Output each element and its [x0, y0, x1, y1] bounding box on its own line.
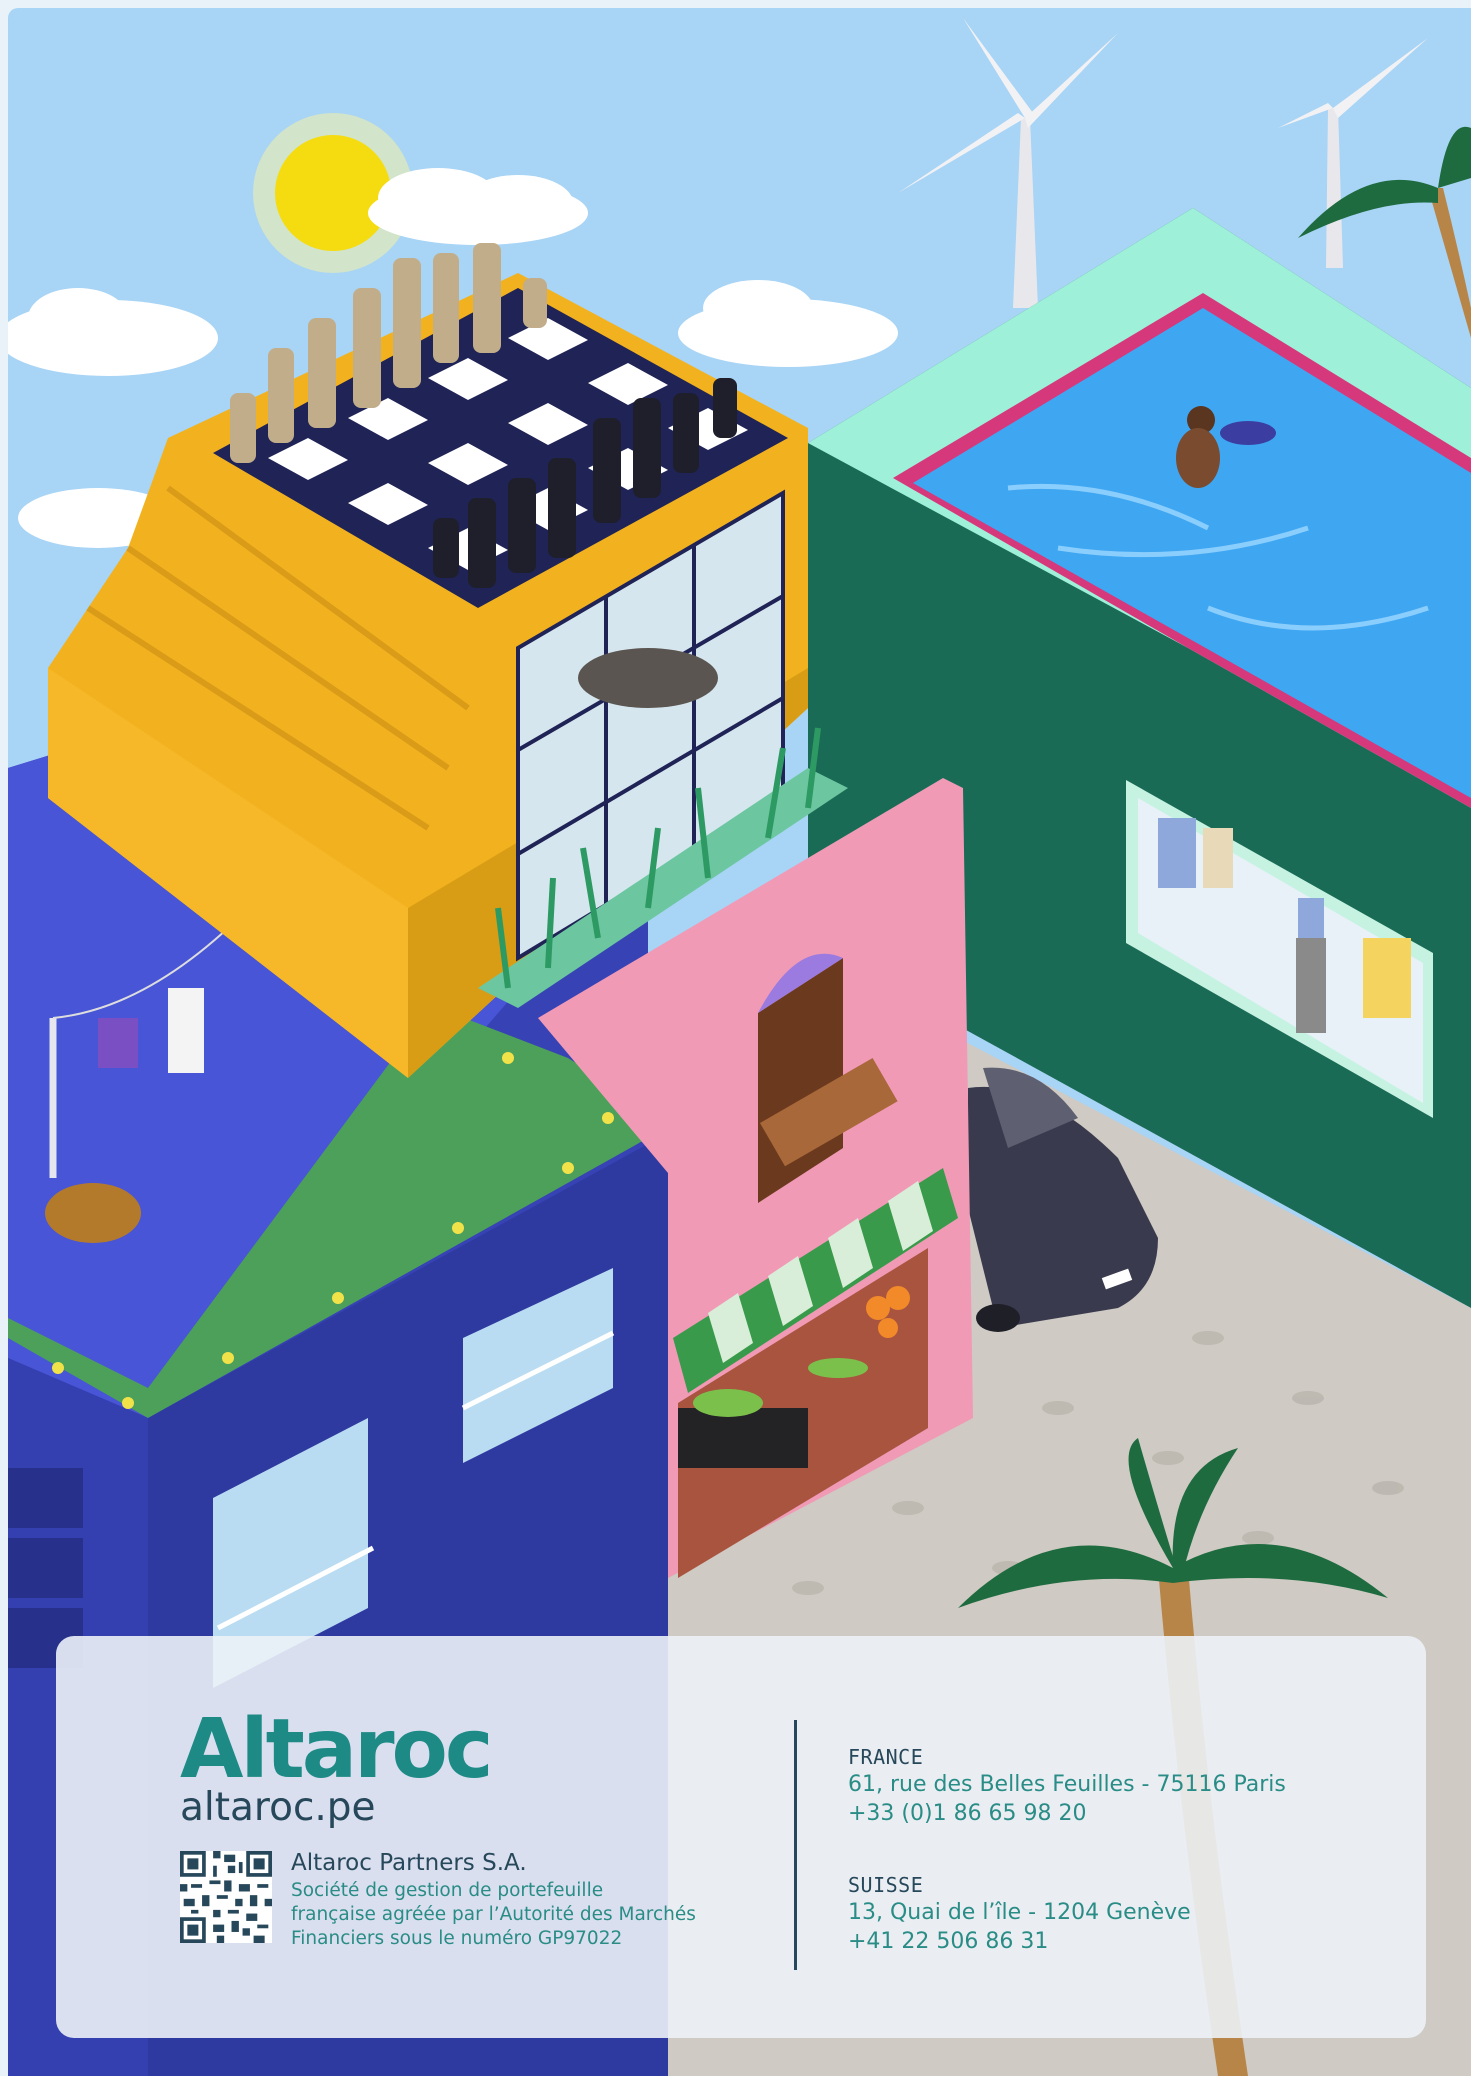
- description-line: française agréée par l’Autorité des Marc…: [291, 1904, 696, 1925]
- office-address: 13, Quai de l’île - 1204 Genève: [848, 1900, 1191, 1925]
- contact-info-card: Altaroc altaroc.pe Altaroc Partners S.A.: [56, 1636, 1426, 2038]
- description-line: Financiers sous le numéro GP97022: [291, 1928, 623, 1949]
- sun: [275, 135, 391, 251]
- vertical-divider: [794, 1720, 797, 1970]
- office-country: FRANCE: [848, 1745, 924, 1769]
- company-name: Altaroc Partners S.A.: [291, 1850, 527, 1876]
- altaroc-logo: Altaroc: [180, 1702, 493, 1797]
- office-suisse: SUISSE 13, Quai de l’île - 1204 Genève +…: [848, 1872, 1368, 1956]
- office-address: 61, rue des Belles Feuilles - 75116 Pari…: [848, 1772, 1286, 1797]
- description-line: Société de gestion de portefeuille: [291, 1880, 604, 1901]
- office-france: FRANCE 61, rue des Belles Feuilles - 751…: [848, 1744, 1368, 1828]
- office-phone[interactable]: +33 (0)1 86 65 98 20: [848, 1799, 1368, 1828]
- brochure-back-cover: Altaroc altaroc.pe Altaroc Partners S.A.: [8, 8, 1471, 2076]
- laundry-basket: [45, 1183, 141, 1243]
- company-description: Société de gestion de portefeuille franç…: [291, 1879, 761, 1951]
- qr-code-icon[interactable]: [180, 1851, 272, 1943]
- website-link[interactable]: altaroc.pe: [180, 1786, 376, 1830]
- office-country: SUISSE: [848, 1873, 924, 1897]
- office-phone[interactable]: +41 22 506 86 31: [848, 1927, 1368, 1956]
